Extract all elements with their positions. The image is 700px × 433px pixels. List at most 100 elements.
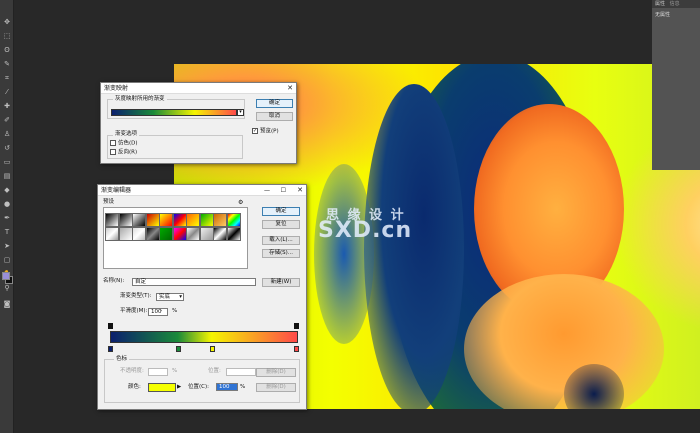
preview-label: 预览(P): [260, 128, 279, 135]
healing-tool-icon[interactable]: ✚: [2, 102, 12, 110]
preset-swatch[interactable]: [105, 213, 119, 227]
smoothness-stepper-icon[interactable]: ›: [160, 308, 162, 315]
preset-swatch[interactable]: [118, 227, 133, 241]
eraser-tool-icon[interactable]: ▭: [2, 158, 12, 166]
preset-swatch[interactable]: [186, 213, 200, 227]
gear-icon[interactable]: ⚙: [238, 199, 243, 206]
lasso-tool-icon[interactable]: ʘ: [2, 46, 12, 54]
preset-swatch[interactable]: [132, 213, 146, 227]
shape-tool-icon[interactable]: ▢: [2, 256, 12, 264]
ok-button[interactable]: 确定: [256, 99, 293, 108]
path-select-tool-icon[interactable]: ➤: [2, 242, 12, 250]
preset-swatch[interactable]: [118, 213, 133, 227]
reset-button[interactable]: 复位: [262, 220, 300, 229]
pen-tool-icon[interactable]: ✒: [2, 214, 12, 222]
gradient-editor-titlebar: 渐变编辑器 — ☐ ✕: [98, 185, 306, 196]
color-stop-1[interactable]: [108, 346, 113, 352]
minimize-icon[interactable]: —: [264, 185, 270, 196]
preset-swatch[interactable]: [226, 213, 241, 227]
name-input[interactable]: 自定: [132, 278, 256, 286]
dither-checkbox[interactable]: 仿色(D): [110, 140, 138, 148]
gradient-type-value: 实底: [159, 294, 171, 300]
name-label: 名称(N):: [103, 278, 125, 284]
location-label-color: 位置(C):: [188, 384, 209, 390]
gradient-preview-bar[interactable]: [111, 109, 237, 116]
eyedropper-tool-icon[interactable]: ⁄: [2, 88, 12, 96]
preset-swatch[interactable]: [145, 227, 160, 241]
preset-swatch[interactable]: [213, 227, 227, 241]
gradient-editor-title: 渐变编辑器: [101, 187, 132, 194]
dodge-tool-icon[interactable]: ●: [2, 200, 12, 208]
preset-swatch[interactable]: [199, 227, 214, 241]
opacity-label: 不透明度:: [120, 368, 144, 374]
gradient-bar[interactable]: [110, 331, 298, 343]
tools-panel: ✥ ⬚ ʘ ✎ ⌗ ⁄ ✚ ✐ ♙ ↺ ▭ ▤ ◆ ● ✒ T ➤ ▢ ✋ ⚲ …: [0, 0, 14, 433]
quick-mask-icon[interactable]: ◙: [2, 300, 12, 308]
save-button[interactable]: 存储(S)...: [262, 249, 300, 258]
gradient-used-label: 灰度映射所用的渐变: [113, 96, 167, 102]
preset-thumbnails: [105, 213, 243, 241]
load-button[interactable]: 载入(L)...: [262, 236, 300, 245]
preview-checkbox[interactable]: ✓ 预览(P): [252, 128, 279, 136]
gradient-map-title: 渐变映射: [104, 85, 129, 92]
dither-label: 仿色(D): [118, 140, 138, 147]
color-stop-2[interactable]: [176, 346, 181, 352]
color-stop-4[interactable]: [294, 346, 299, 352]
color-label: 颜色:: [128, 384, 141, 390]
marquee-tool-icon[interactable]: ⬚: [2, 32, 12, 40]
blur-tool-icon[interactable]: ◆: [2, 186, 12, 194]
ok-button[interactable]: 确定: [262, 207, 300, 216]
chevron-down-icon[interactable]: ▾: [237, 109, 244, 116]
preset-swatch[interactable]: [226, 227, 241, 241]
preset-swatch[interactable]: [172, 213, 187, 227]
delete-color-stop-button[interactable]: 删除(D): [256, 383, 296, 392]
opacity-stop-left[interactable]: [108, 323, 113, 329]
tab-properties[interactable]: 属性: [655, 1, 665, 7]
preset-swatch[interactable]: [213, 213, 227, 227]
reverse-checkbox[interactable]: 反向(R): [110, 149, 137, 157]
cancel-button[interactable]: 取消: [256, 112, 293, 121]
stop-color-swatch[interactable]: [148, 383, 176, 392]
maximize-icon[interactable]: ☐: [281, 185, 286, 196]
opacity-location-input[interactable]: [226, 368, 256, 376]
stops-group: [104, 359, 300, 403]
gradient-map-dialog: 渐变映射 ✕ 灰度映射所用的渐变 ▾ 确定 取消 ✓ 预览(P) 渐变选项 仿色(…: [100, 82, 297, 164]
zoom-tool-icon[interactable]: ⚲: [2, 284, 12, 292]
smoothness-input[interactable]: 100: [148, 308, 168, 316]
new-button[interactable]: 新建(W): [262, 278, 300, 287]
preset-swatch[interactable]: [172, 227, 187, 241]
smoothness-label: 平滑度(M):: [120, 308, 148, 314]
close-icon[interactable]: ✕: [297, 185, 303, 196]
brush-tool-icon[interactable]: ✐: [2, 116, 12, 124]
foreground-color-swatch[interactable]: [2, 272, 10, 280]
clone-stamp-tool-icon[interactable]: ♙: [2, 130, 12, 138]
preset-swatch[interactable]: [186, 227, 200, 241]
opacity-unit: %: [172, 368, 178, 374]
preset-swatch[interactable]: [159, 213, 173, 227]
opacity-stop-right[interactable]: [294, 323, 299, 329]
watermark-site: SXD.cn: [318, 218, 413, 243]
preset-swatch[interactable]: [159, 227, 173, 241]
preset-swatch[interactable]: [145, 213, 160, 227]
history-brush-tool-icon[interactable]: ↺: [2, 144, 12, 152]
type-tool-icon[interactable]: T: [2, 228, 12, 236]
smoothness-unit: %: [172, 308, 178, 314]
close-icon[interactable]: ✕: [287, 83, 293, 94]
quick-select-tool-icon[interactable]: ✎: [2, 60, 12, 68]
location-label-opacity: 位置:: [208, 368, 221, 374]
color-arrow-icon[interactable]: ▶: [177, 384, 181, 391]
location-input[interactable]: 100: [216, 383, 238, 391]
no-properties-text: 无属性: [655, 12, 671, 18]
preset-swatch[interactable]: [199, 213, 214, 227]
properties-panel: 属性 信息 无属性: [652, 0, 700, 170]
opacity-input[interactable]: [148, 368, 168, 376]
delete-opacity-stop-button[interactable]: 删除(D): [256, 368, 296, 377]
crop-tool-icon[interactable]: ⌗: [2, 74, 12, 82]
preset-swatch[interactable]: [132, 227, 146, 241]
tab-info[interactable]: 信息: [670, 1, 680, 7]
color-stop-3[interactable]: [210, 346, 215, 352]
preset-swatch[interactable]: [105, 227, 119, 241]
gradient-type-select[interactable]: 实底 ▾: [156, 293, 184, 301]
gradient-tool-icon[interactable]: ▤: [2, 172, 12, 180]
move-tool-icon[interactable]: ✥: [2, 18, 12, 26]
